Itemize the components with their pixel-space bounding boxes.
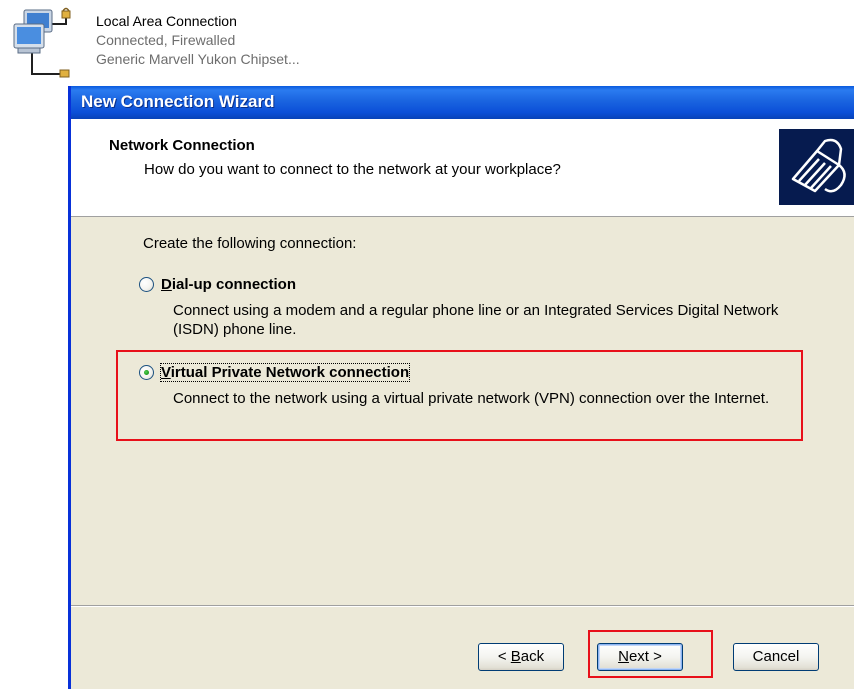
vpn-highlight-box xyxy=(116,350,803,441)
dialup-description: Connect using a modem and a regular phon… xyxy=(173,302,779,338)
network-computers-icon xyxy=(10,6,72,80)
cancel-button[interactable]: Cancel xyxy=(733,643,819,671)
footer-divider xyxy=(71,605,854,607)
title-bar[interactable]: New Connection Wizard xyxy=(71,86,854,119)
back-button[interactable]: < Back xyxy=(478,643,564,671)
network-connection-item[interactable]: Local Area Connection Connected, Firewal… xyxy=(0,0,854,86)
header-title: Network Connection xyxy=(109,137,255,154)
back-prefix: < xyxy=(497,648,511,665)
back-accel: B xyxy=(510,648,521,665)
window-title: New Connection Wizard xyxy=(81,92,275,111)
connection-name: Local Area Connection xyxy=(96,13,237,29)
next-highlight-box xyxy=(588,630,713,678)
radio-dialup[interactable] xyxy=(139,277,154,292)
connection-adapter: Generic Marvell Yukon Chipset... xyxy=(96,51,300,67)
wizard-header: Network Connection How do you want to co… xyxy=(71,119,854,217)
back-rest: ack xyxy=(520,648,545,665)
dialup-label-accel: D xyxy=(161,276,172,293)
connection-status: Connected, Firewalled xyxy=(96,32,236,48)
lead-text: Create the following connection: xyxy=(143,235,357,252)
network-cable-icon xyxy=(779,129,854,205)
dialup-label-rest: ial-up connection xyxy=(171,276,297,293)
header-subtitle: How do you want to connect to the networ… xyxy=(144,161,561,178)
dialup-label[interactable]: Dial-up connection xyxy=(161,276,296,293)
